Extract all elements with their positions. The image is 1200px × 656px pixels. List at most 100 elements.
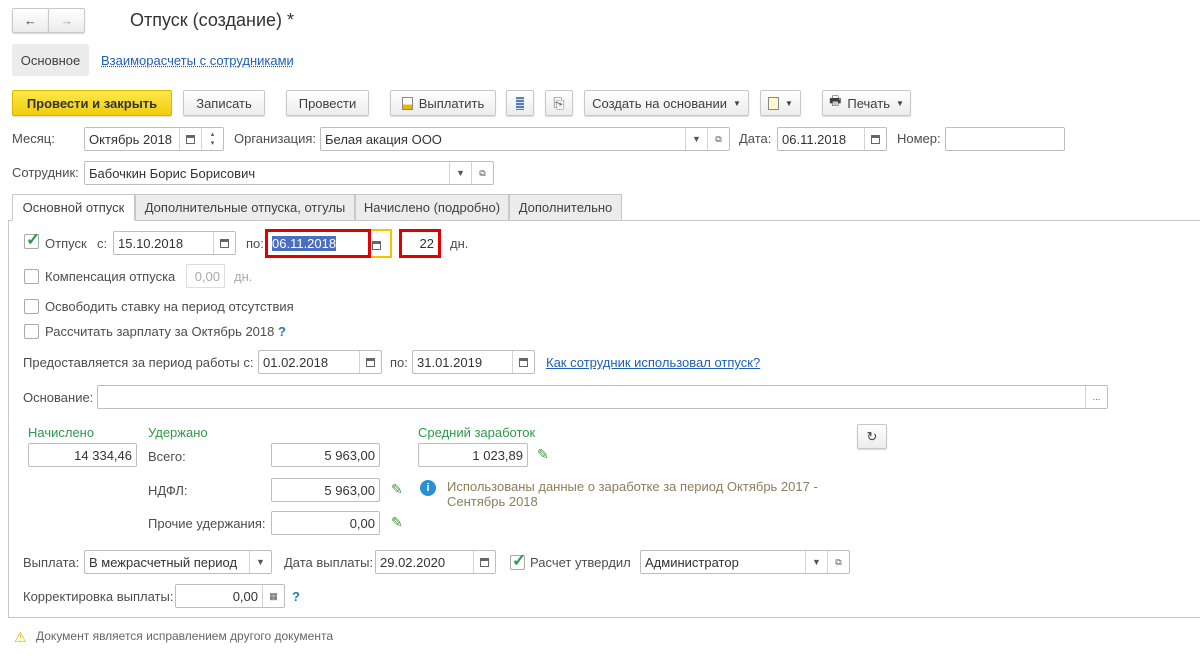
avg-earnings-field: 1 023,89 — [418, 443, 528, 467]
save-button[interactable]: Записать — [183, 90, 265, 116]
adjust-label: Корректировка выплаты: — [23, 589, 174, 604]
pay-label: Выплатить — [418, 95, 485, 111]
calendar-icon[interactable] — [864, 128, 886, 150]
arrow-left-icon: ← — [24, 13, 37, 28]
compensation-value: 0,00 — [194, 268, 220, 284]
list-icon — [516, 96, 524, 110]
period-from-value: 01.02.2018 — [263, 354, 329, 370]
pay-date-field[interactable]: 29.02.2020 — [375, 550, 496, 574]
dropdown-icon[interactable]: ▼ — [805, 551, 827, 573]
employee-field[interactable]: Бабочкин Борис Борисович ▼ ⧉ — [84, 161, 494, 185]
date-label: Дата: — [739, 131, 772, 146]
pay-button[interactable]: Выплатить — [390, 90, 496, 116]
approver-value: Администратор — [645, 554, 739, 570]
post-and-close-label: Провести и закрыть — [26, 95, 158, 111]
ndfl-field[interactable]: 5 963,00 — [271, 478, 380, 502]
vacation-label: Отпуск — [45, 236, 87, 251]
accrued-field: 14 334,46 — [28, 443, 137, 467]
vacation-to-field[interactable]: 06.11.2018 — [265, 229, 371, 258]
checkmark-icon: ✓ — [26, 230, 41, 249]
calc-salary-checkbox[interactable] — [24, 324, 39, 339]
list-button[interactable] — [506, 90, 534, 116]
related-docs-button[interactable]: ▼ — [760, 90, 801, 116]
vacation-checkbox[interactable]: ✓ — [24, 230, 40, 249]
period-to-field[interactable]: 31.01.2019 — [412, 350, 535, 374]
compensation-field[interactable]: 0,00 — [186, 264, 225, 288]
select-button[interactable]: ... — [1085, 386, 1107, 408]
pencil-icon[interactable]: ✎ — [537, 446, 549, 463]
free-rate-checkbox[interactable] — [24, 299, 39, 314]
avg-earnings-value: 1 023,89 — [472, 447, 523, 463]
period-from-field[interactable]: 01.02.2018 — [258, 350, 382, 374]
arrow-right-icon: → — [60, 13, 73, 28]
dropdown-icon[interactable]: ▼ — [249, 551, 271, 573]
tab-additional-vacations[interactable]: Дополнительные отпуска, отгулы — [135, 194, 355, 221]
open-icon[interactable]: ⧉ — [707, 128, 729, 150]
post-button[interactable]: Провести — [286, 90, 369, 116]
from-label: с: — [97, 236, 108, 251]
forward-button[interactable]: → — [48, 8, 85, 33]
paperclip-icon: ⎘ — [553, 94, 565, 111]
spinner-icon[interactable]: ▴ ▾ — [201, 128, 223, 150]
calendar-icon[interactable] — [359, 351, 381, 373]
number-field[interactable] — [945, 127, 1065, 151]
section-settlements-link[interactable]: Взаиморасчеты с сотрудниками — [101, 53, 294, 68]
attach-button[interactable]: ⎘ — [545, 90, 573, 116]
org-field[interactable]: Белая акация ООО ▼ ⧉ — [320, 127, 730, 151]
employee-value: Бабочкин Борис Борисович — [89, 165, 256, 181]
other-field[interactable]: 0,00 — [271, 511, 380, 535]
print-button[interactable]: 🖶 Печать ▼ — [822, 90, 911, 116]
help-icon[interactable]: ? — [292, 589, 300, 604]
adjust-value: 0,00 — [232, 588, 258, 604]
dropdown-icon[interactable]: ▼ — [685, 128, 707, 150]
basis-field[interactable]: ... — [97, 385, 1108, 409]
open-icon[interactable]: ⧉ — [471, 162, 493, 184]
approver-field[interactable]: Администратор ▼ ⧉ — [640, 550, 850, 574]
date-field[interactable]: 06.11.2018 — [777, 127, 887, 151]
chevron-down-icon: ▼ — [732, 98, 741, 108]
info-icon: i — [420, 480, 436, 496]
approved-checkbox[interactable]: ✓ — [510, 551, 526, 570]
warning-icon: ⚠ — [14, 629, 27, 645]
org-value: Белая акация ООО — [325, 131, 442, 147]
calendar-icon[interactable] — [512, 351, 534, 373]
calendar-icon[interactable] — [213, 232, 235, 254]
compensation-label: Компенсация отпуска — [45, 269, 176, 284]
section-main[interactable]: Основное — [12, 44, 89, 76]
days-value: 22 — [419, 236, 434, 251]
chevron-down-icon: ▼ — [895, 98, 904, 108]
vacation-to-value: 06.11.2018 — [272, 236, 337, 251]
save-label: Записать — [196, 95, 252, 111]
tab-main-vacation[interactable]: Основной отпуск — [12, 194, 135, 221]
open-icon[interactable]: ⧉ — [827, 551, 849, 573]
month-field[interactable]: Октябрь 2018 ▴ ▾ — [84, 127, 224, 151]
compensation-unit: дн. — [234, 269, 253, 284]
post-and-close-button[interactable]: Провести и закрыть — [12, 90, 172, 116]
help-icon[interactable]: ? — [278, 324, 286, 339]
refresh-button[interactable]: ↻ — [857, 424, 887, 449]
tab-accrued-detail[interactable]: Начислено (подробно) — [355, 194, 509, 221]
calendar-icon[interactable] — [179, 128, 201, 150]
back-button[interactable]: ← — [12, 8, 49, 33]
vacation-from-value: 15.10.2018 — [118, 235, 184, 251]
total-value: 5 963,00 — [324, 447, 375, 463]
create-based-on-button[interactable]: Создать на основании ▼ — [584, 90, 749, 116]
dropdown-icon[interactable]: ▼ — [449, 162, 471, 184]
pencil-icon[interactable]: ✎ — [391, 481, 403, 498]
days-field[interactable]: 22 — [399, 229, 441, 258]
payment-field[interactable]: В межрасчетный период ▼ — [84, 550, 272, 574]
vacation-from-field[interactable]: 15.10.2018 — [113, 231, 236, 255]
calculator-icon[interactable]: ▦ — [262, 585, 284, 607]
total-label: Всего: — [148, 449, 186, 464]
days-unit: дн. — [450, 236, 469, 251]
compensation-checkbox[interactable] — [24, 269, 39, 284]
pencil-icon[interactable]: ✎ — [391, 514, 403, 531]
accrued-label: Начислено — [28, 425, 95, 440]
refresh-icon: ↻ — [866, 428, 878, 444]
adjust-field[interactable]: 0,00 ▦ — [175, 584, 285, 608]
calendar-icon[interactable] — [372, 238, 381, 253]
vacation-usage-link[interactable]: Как сотрудник использовал отпуск? — [546, 355, 760, 370]
tab-additional[interactable]: Дополнительно — [509, 194, 622, 221]
calendar-icon[interactable] — [473, 551, 495, 573]
calc-salary-label: Рассчитать зарплату за Октябрь 2018 — [45, 324, 275, 339]
